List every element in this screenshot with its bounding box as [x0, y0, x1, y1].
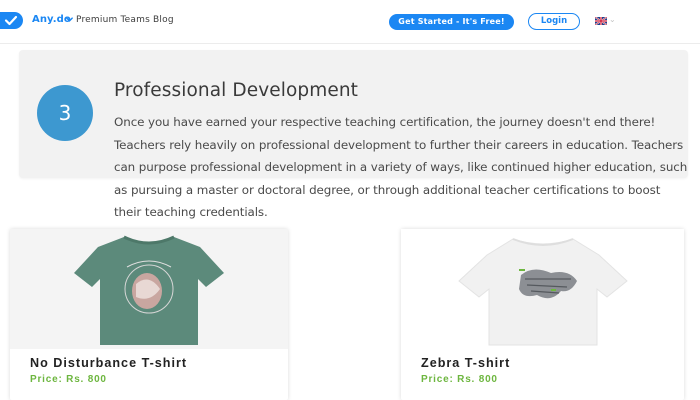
get-started-button[interactable]: Get Started - It's Free!: [389, 14, 514, 30]
green-tshirt-image: [74, 235, 224, 345]
product-card[interactable]: No Disturbance T-shirt Price: Rs. 800: [10, 229, 288, 400]
login-button[interactable]: Login: [528, 13, 580, 30]
product-image[interactable]: [10, 229, 288, 349]
product-image[interactable]: [401, 229, 684, 349]
step-title: Professional Development: [114, 80, 359, 101]
language-dropdown-icon[interactable]: ⌄: [609, 15, 616, 24]
step-description: Once you have earned your respective tea…: [114, 115, 688, 219]
uk-flag-icon[interactable]: [595, 17, 607, 25]
chevron-down-icon[interactable]: [65, 15, 74, 24]
anydo-logo-check-icon[interactable]: [0, 12, 23, 29]
blog-title: Premium Teams Blog: [76, 15, 174, 25]
top-nav: Any.do Premium Teams Blog Get Started - …: [0, 0, 700, 44]
product-price: Price: Rs. 800: [30, 374, 107, 385]
step-number-badge: 3: [37, 85, 93, 141]
product-price: Price: Rs. 800: [421, 374, 498, 385]
product-card[interactable]: Zebra T-shirt Price: Rs. 800: [401, 229, 684, 400]
product-name[interactable]: No Disturbance T-shirt: [30, 356, 187, 370]
white-tshirt-image: [458, 238, 628, 346]
product-name[interactable]: Zebra T-shirt: [421, 356, 510, 370]
